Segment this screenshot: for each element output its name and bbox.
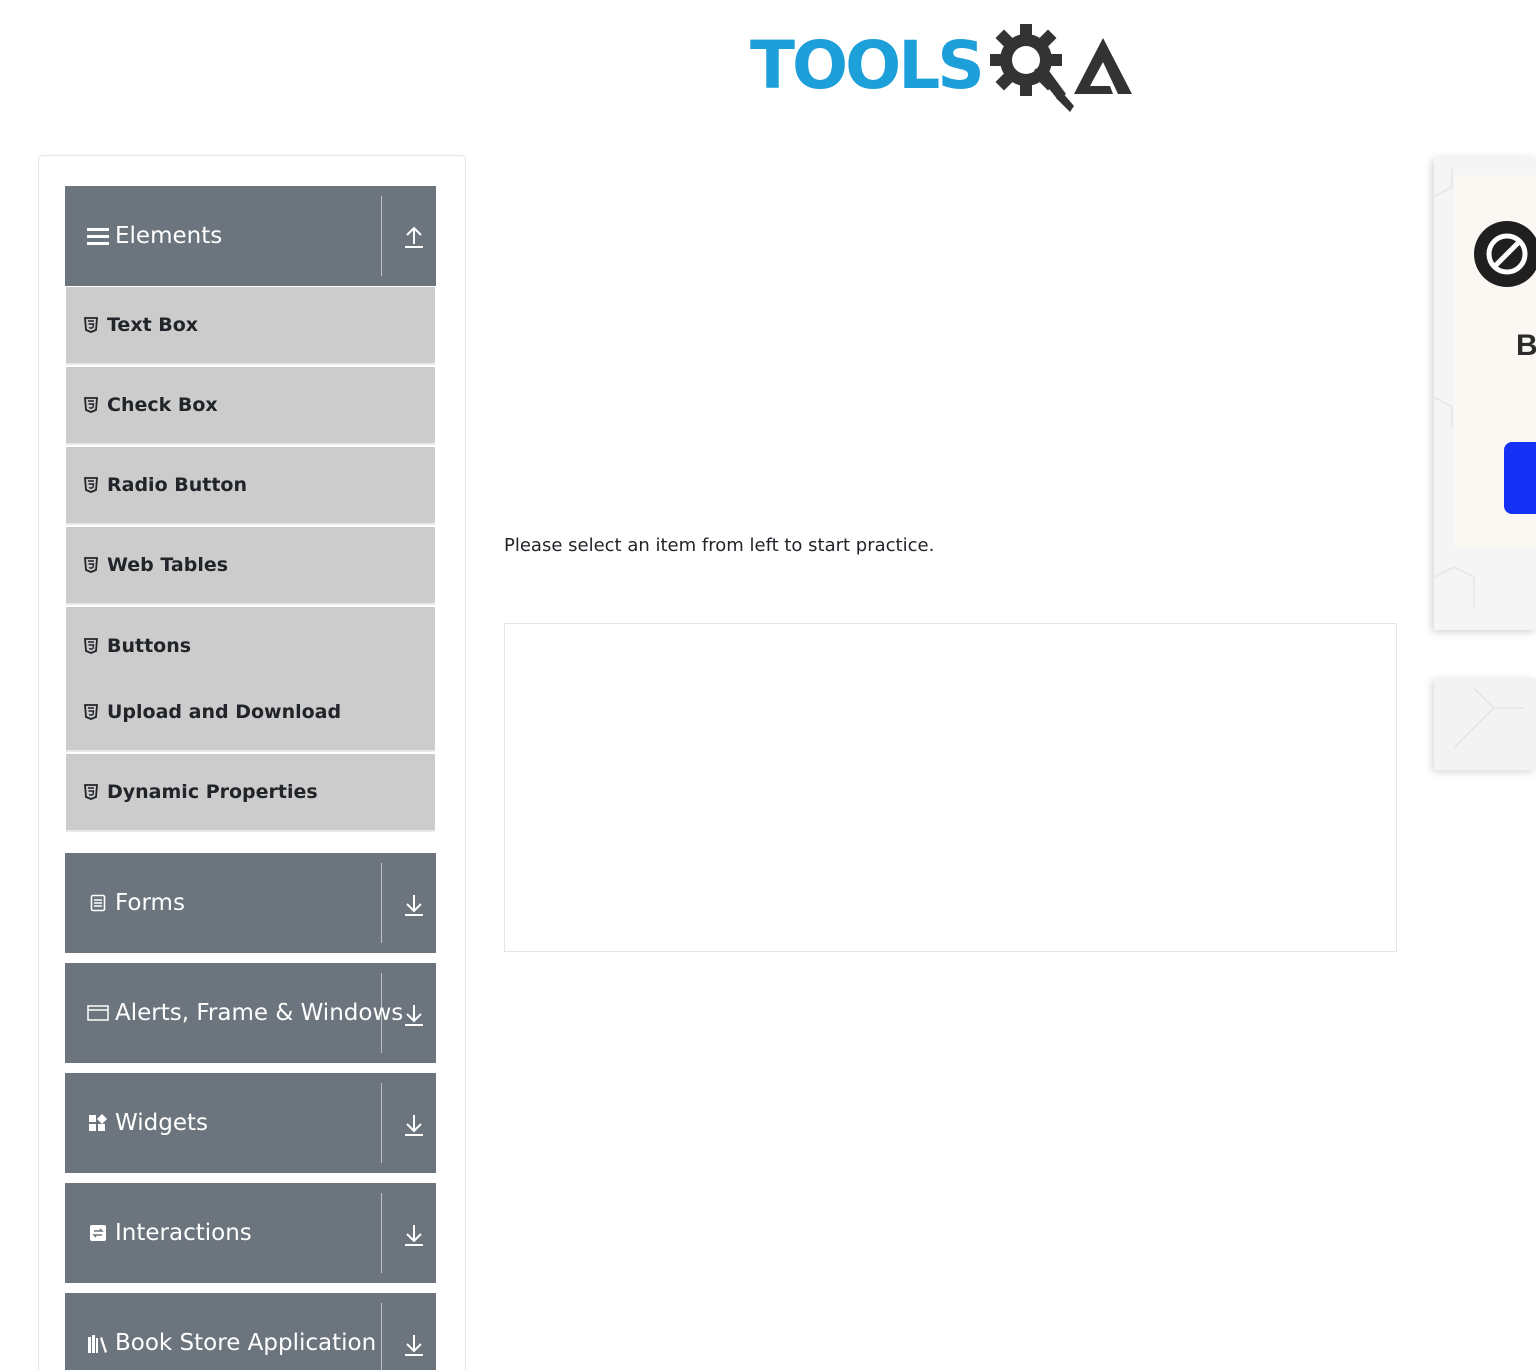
html5-icon [84,477,98,493]
group-label: Widgets [115,1110,208,1136]
menu-item-dynamic-properties[interactable]: Dynamic Properties [66,754,435,832]
group-header-alerts-frame-windows[interactable]: Alerts, Frame & Windows [65,963,436,1063]
divider [381,973,382,1053]
group-header-interactions[interactable]: Interactions [65,1183,436,1283]
menu-item-text-box[interactable]: Text Box [66,287,435,365]
ad-button[interactable] [1504,442,1536,514]
document-icon [87,892,109,914]
arrow-down-icon[interactable] [402,1331,426,1357]
hamburger-icon [87,225,109,247]
ad-logo [1474,221,1536,287]
html5-icon [84,557,98,573]
divider [381,863,382,943]
group-header-widgets[interactable]: Widgets [65,1073,436,1173]
divider [381,1083,382,1163]
swap-icon [87,1222,109,1244]
gear-q-icon [989,24,1074,112]
group-header-book-store-application[interactable]: Book Store Application [65,1293,436,1370]
practice-area [504,623,1397,952]
menu-item-label: Radio Button [107,474,247,496]
html5-icon [84,397,98,413]
menu-item-label: Upload and Download [107,701,342,723]
logo-letter-a [1073,38,1132,94]
menu-item-web-tables[interactable]: Web Tables [66,527,435,605]
menu-item-label: Text Box [107,314,199,336]
ad-heading: B [1516,329,1536,362]
logo-wordmark: TOOLS [750,27,985,104]
menu-item-radio-button[interactable]: Radio Button [66,447,435,525]
toolsqa-logo[interactable]: TOOLS [750,18,1156,114]
widgets-icon [87,1112,109,1134]
advertisement[interactable]: B [1434,157,1536,630]
arrow-down-icon[interactable] [402,1001,426,1027]
arrow-down-icon[interactable] [402,1221,426,1247]
group-header-forms[interactable]: Forms [65,853,436,953]
menu-item-label: Web Tables [107,554,229,576]
window-icon [87,1002,109,1024]
divider [381,1303,382,1370]
group-label: Forms [115,890,185,916]
divider [381,196,382,276]
menu-item-check-box[interactable]: Check Box [66,367,435,445]
menu-item-label: Check Box [107,394,218,416]
hex-pattern [1453,687,1524,749]
menu-item-label: Dynamic Properties [107,781,318,803]
html5-icon [84,638,98,654]
arrow-down-icon[interactable] [402,891,426,917]
group-label: Elements [115,223,223,249]
books-icon [87,1333,109,1355]
menu-item-upload-and-download[interactable]: Upload and Download [66,674,435,752]
divider [381,1193,382,1273]
menu-item-label: Buttons [107,635,192,657]
group-header-elements[interactable]: Elements [65,186,436,286]
html5-icon [84,784,98,800]
html5-icon [84,704,98,720]
arrow-down-icon[interactable] [402,1111,426,1137]
group-label: Interactions [115,1220,252,1246]
group-label: Alerts, Frame & Windows [115,1000,404,1026]
practice-message: Please select an item from left to start… [504,535,935,556]
arrow-up-icon[interactable] [402,224,426,250]
advertisement-secondary[interactable] [1434,678,1536,770]
group-label: Book Store Application [115,1330,377,1356]
html5-icon [84,317,98,333]
